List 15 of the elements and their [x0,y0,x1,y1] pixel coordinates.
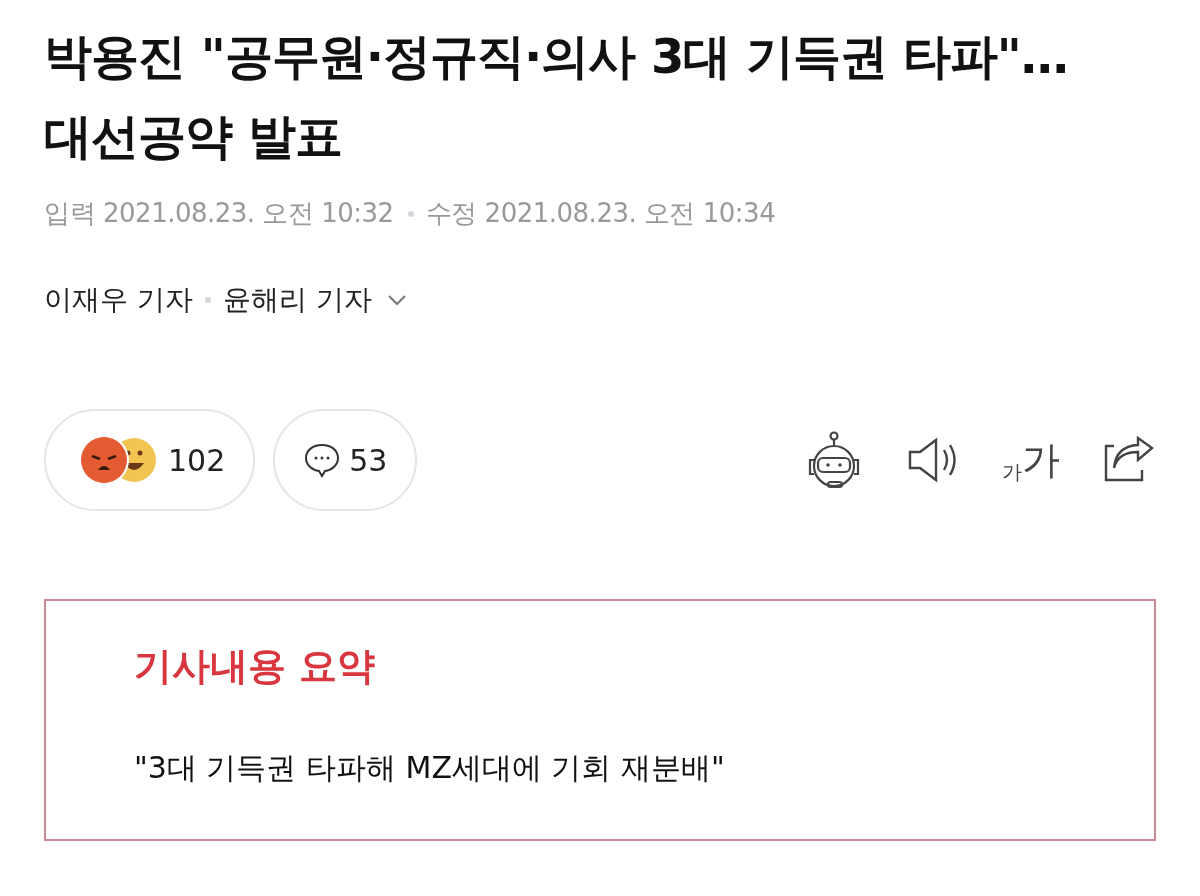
separator-dot [407,210,414,217]
comment-button[interactable]: 53 [273,409,418,511]
chevron-down-icon[interactable] [385,293,408,307]
reporter-name[interactable]: 이재우 기자 [44,281,193,319]
reporter-name[interactable]: 윤해리 기자 [222,281,372,319]
date-value: 2021.08.23. 오전 10:34 [484,197,776,230]
summary-text: "3대 기득권 타파해 MZ세대에 기회 재분배" [134,749,726,787]
date-label: 수정 [425,197,477,230]
summary-title: 기사내용 요약 [134,643,377,690]
reaction-button[interactable]: 102 [44,409,256,511]
date-value: 2021.08.23. 오전 10:32 [103,197,394,230]
headline: 박용진 "공무원·정규직·의사 3대 기득권 타파"…대선공약 발표 [44,27,1069,166]
speech-bubble-icon [303,441,342,479]
date-label: 입력 [44,197,95,230]
separator-dot [204,297,211,303]
